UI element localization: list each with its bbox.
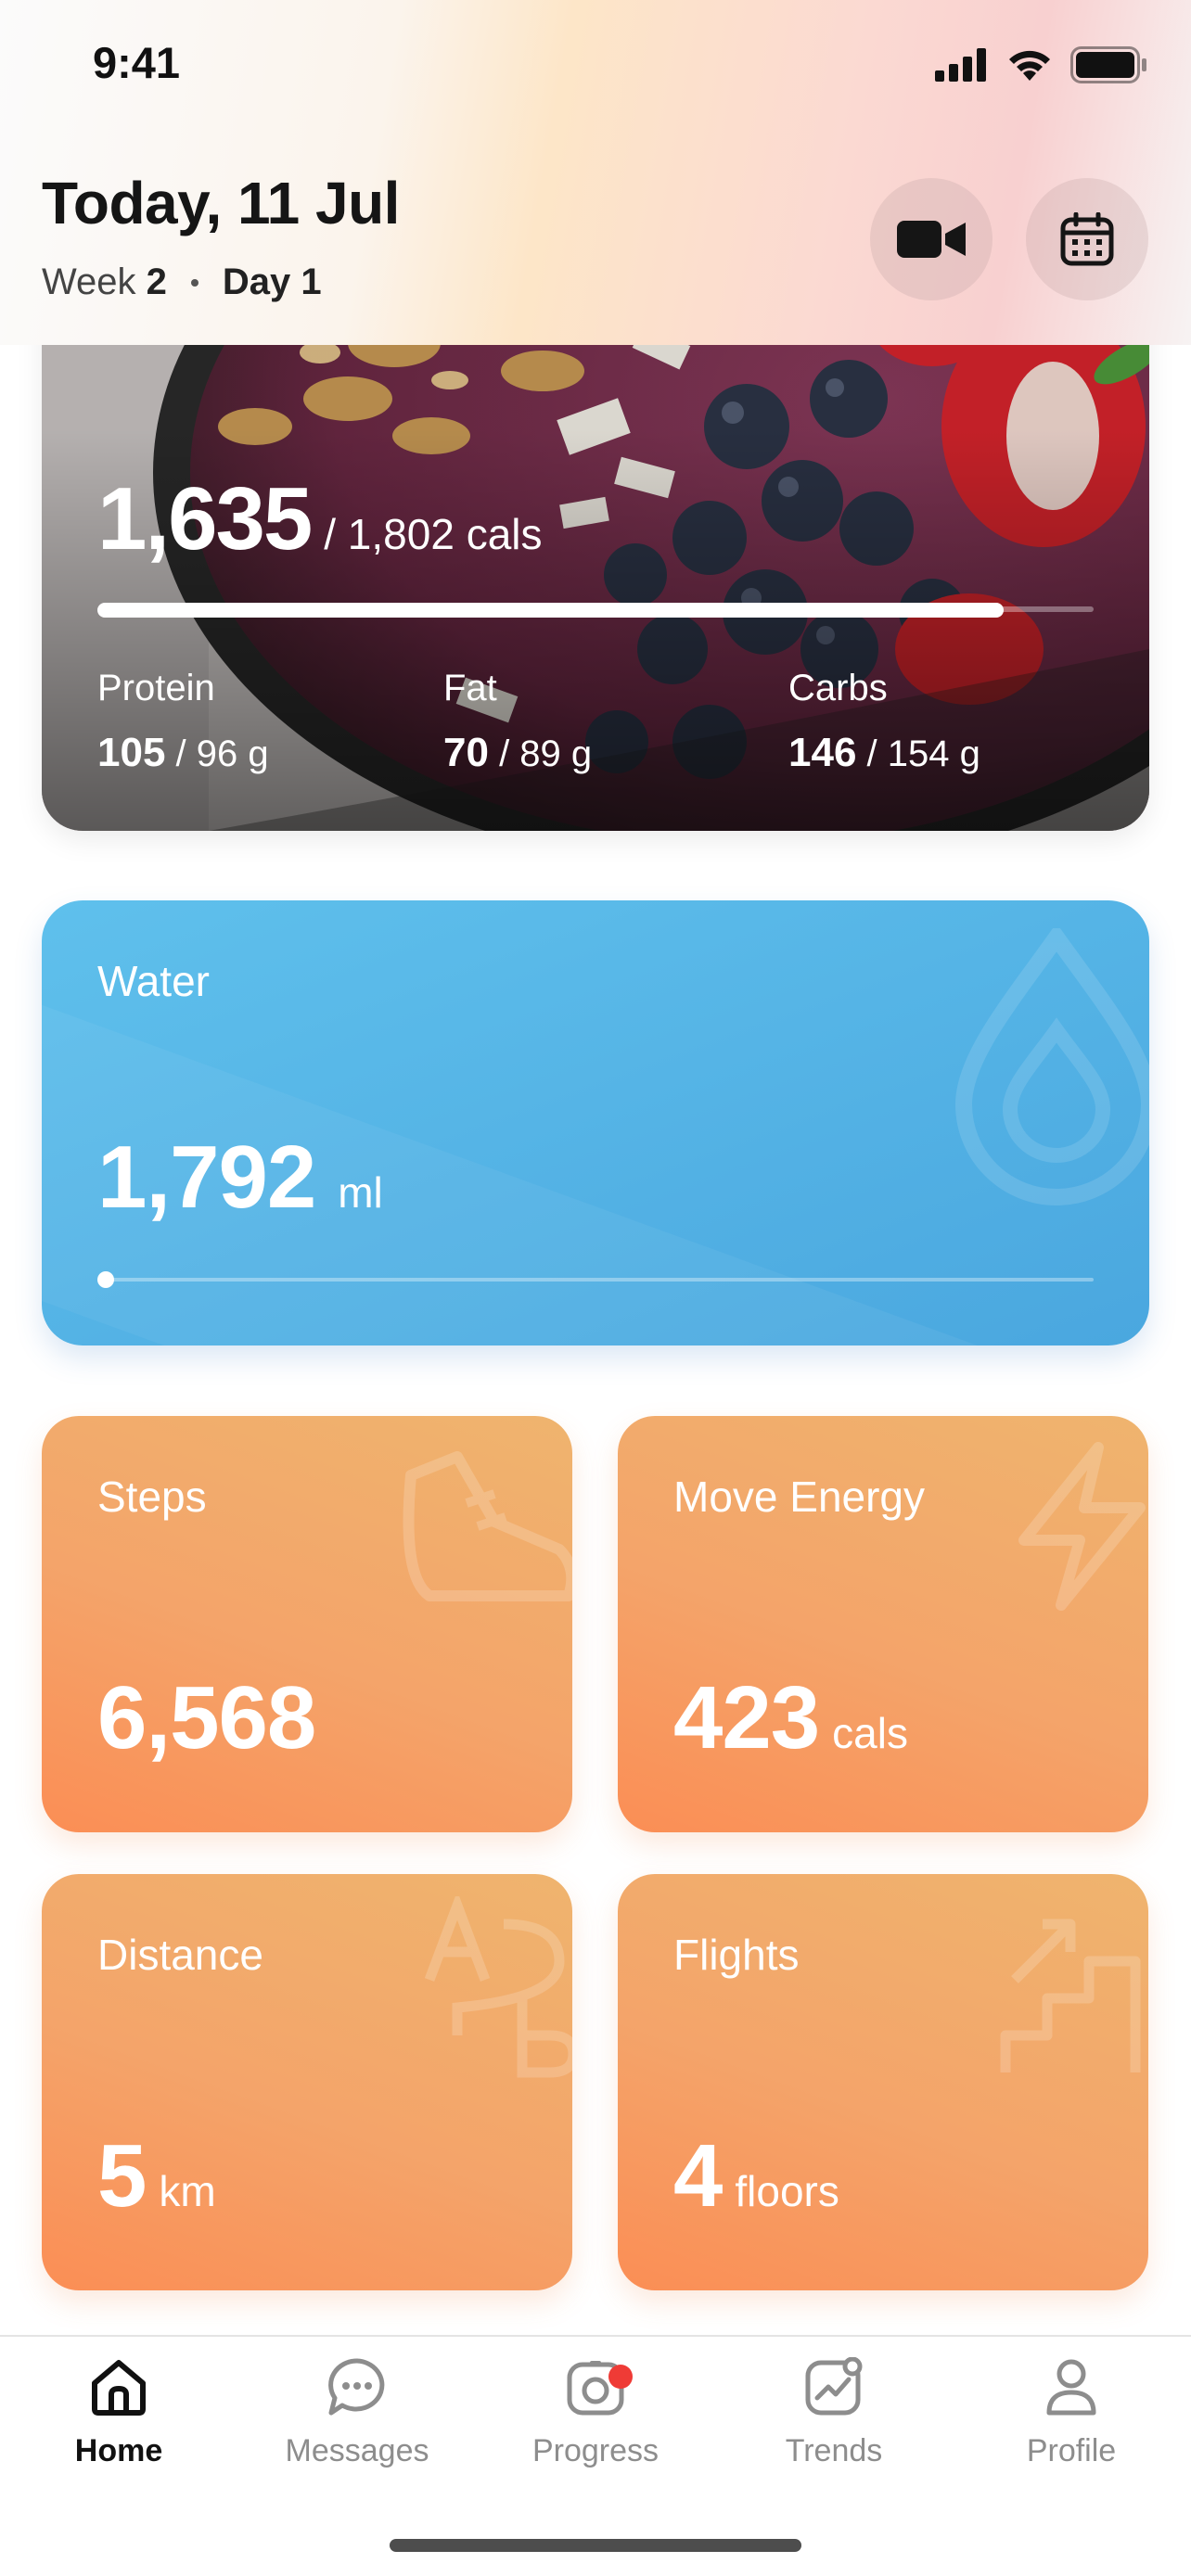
tab-label: Profile	[1026, 2433, 1117, 2468]
water-unit: ml	[338, 1168, 383, 1217]
video-camera-icon	[897, 221, 966, 258]
person-icon	[1046, 2359, 1096, 2416]
day-label: Day 1	[222, 261, 322, 302]
distance-value: 5 km	[97, 2125, 216, 2227]
water-drop-icon	[954, 928, 1149, 1205]
distance-label: Distance	[97, 1931, 263, 1979]
calendar-button[interactable]	[1026, 178, 1148, 300]
move-energy-tile[interactable]: Move Energy 423 cals	[618, 1416, 1148, 1832]
macro-label: Fat	[443, 668, 497, 708]
sneaker-icon	[403, 1451, 572, 1601]
water-progress-track	[97, 1278, 1094, 1282]
flights-value: 4 floors	[673, 2125, 839, 2227]
flights-unit: floors	[735, 2167, 839, 2215]
tab-progress[interactable]: Progress	[477, 2357, 714, 2469]
lightning-bolt-icon	[1018, 1442, 1146, 1611]
water-label: Water	[97, 957, 210, 1005]
macro-value: 146 / 154 g	[788, 730, 980, 775]
separator-dot	[190, 278, 198, 287]
video-call-button[interactable]	[870, 178, 992, 300]
notification-badge	[608, 2365, 633, 2389]
tab-label: Messages	[285, 2433, 429, 2468]
battery-icon	[1070, 46, 1146, 83]
water-card[interactable]: Water 1,792 ml	[42, 900, 1149, 1345]
water-progress-knob[interactable]	[97, 1271, 114, 1288]
calories-progress-fill	[97, 603, 1004, 618]
tab-trends[interactable]: Trends	[715, 2357, 953, 2469]
tab-label: Home	[74, 2433, 163, 2468]
water-value: 1,792 ml	[97, 1127, 383, 1229]
home-indicator[interactable]	[390, 2539, 801, 2552]
wifi-icon	[1009, 50, 1050, 81]
move-energy-label: Move Energy	[673, 1473, 926, 1521]
signal-icon	[935, 48, 986, 82]
status-bar: 9:41	[0, 0, 1191, 130]
macro-fat: Fat 70 / 89 g	[443, 668, 592, 776]
tab-label: Progress	[531, 2433, 660, 2468]
flights-tile[interactable]: Flights 4 floors	[618, 1874, 1148, 2290]
program-progress: Week 2 Day 1	[42, 261, 322, 303]
steps-tile[interactable]: Steps 6,568	[42, 1416, 572, 1832]
move-energy-value: 423 cals	[673, 1667, 908, 1769]
flights-label: Flights	[673, 1931, 800, 1979]
macro-value: 105 / 96 g	[97, 730, 269, 775]
steps-label: Steps	[97, 1473, 207, 1521]
tab-profile[interactable]: Profile	[953, 2357, 1190, 2469]
water-amount: 1,792	[97, 1128, 316, 1227]
status-icons	[935, 46, 1148, 83]
distance-unit: km	[159, 2167, 216, 2215]
calories-goal: / 1,802 cals	[324, 510, 543, 558]
macro-carbs: Carbs 146 / 154 g	[788, 668, 980, 776]
header: 9:41 Today, 11 Jul Week 2 Day 1	[0, 0, 1191, 345]
trend-chart-icon	[805, 2357, 863, 2416]
calories-value: 1,635 / 1,802 cals	[97, 468, 543, 570]
steps-value: 6,568	[97, 1667, 316, 1769]
macro-value: 70 / 89 g	[443, 730, 593, 775]
tab-home[interactable]: Home	[0, 2357, 237, 2469]
status-time: 9:41	[93, 38, 181, 87]
distance-tile[interactable]: Distance 5 km	[42, 1874, 572, 2290]
distance-amount: 5	[97, 2126, 147, 2225]
steps-count: 6,568	[97, 1668, 316, 1767]
calories-card[interactable]: 1,635 / 1,802 cals Protein 105 / 96 g Fa…	[42, 260, 1149, 831]
move-energy-amount: 423	[673, 1668, 820, 1767]
a-to-b-icon	[424, 1896, 572, 2078]
macro-label: Carbs	[788, 668, 888, 708]
move-energy-unit: cals	[832, 1709, 908, 1757]
macro-label: Protein	[97, 668, 215, 708]
macro-protein: Protein 105 / 96 g	[97, 668, 269, 776]
home-icon	[92, 2360, 146, 2416]
stairs-icon	[1000, 1919, 1141, 2072]
tab-messages[interactable]: Messages	[238, 2357, 476, 2469]
tab-label: Trends	[785, 2433, 883, 2468]
calories-consumed: 1,635	[97, 469, 313, 568]
flights-count: 4	[673, 2126, 723, 2225]
chat-bubble-icon	[328, 2358, 385, 2416]
page-title: Today, 11 Jul	[42, 170, 400, 236]
week-label: Week 2	[42, 261, 167, 302]
calendar-icon	[1060, 212, 1114, 266]
